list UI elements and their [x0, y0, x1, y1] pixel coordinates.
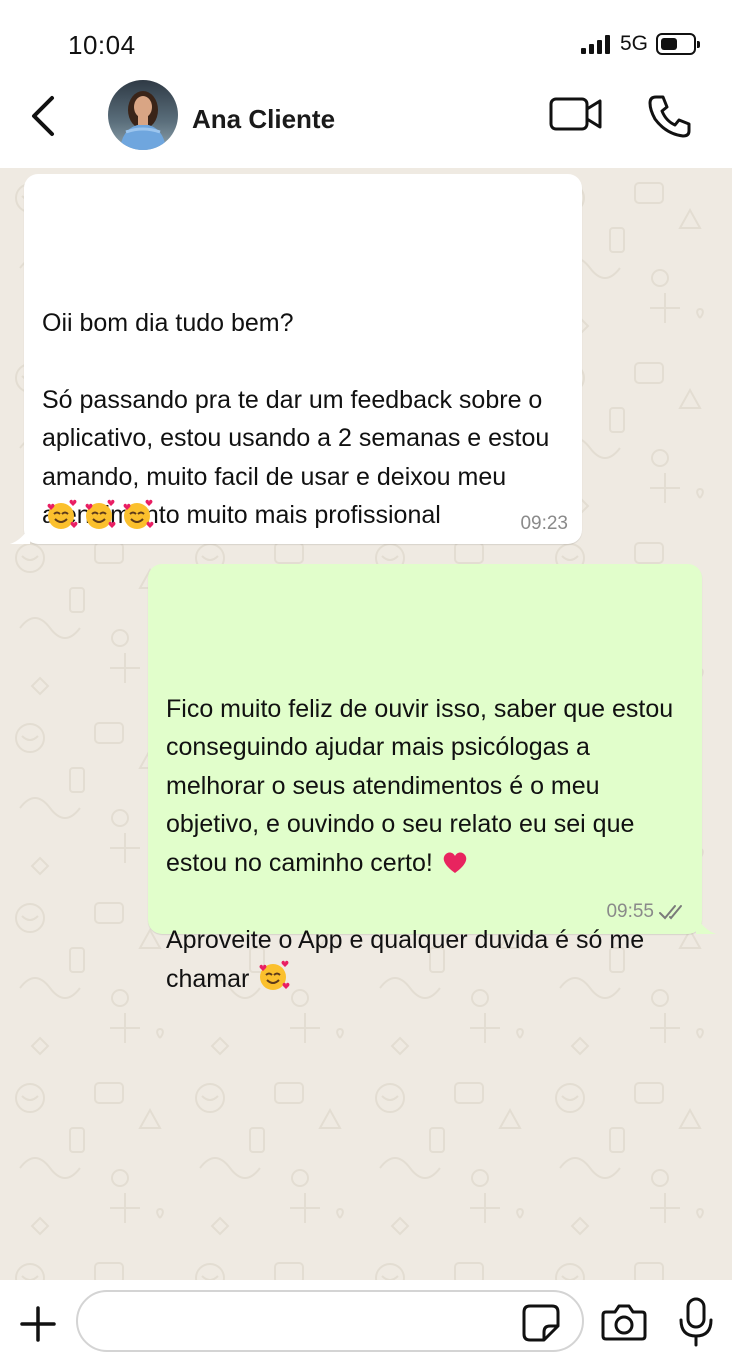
- message-text: Fico muito feliz de ouvir isso, saber qu…: [166, 690, 684, 999]
- microphone-button[interactable]: [676, 1296, 716, 1348]
- sticker-icon: [522, 1304, 560, 1342]
- smiling-face-with-hearts-icon: [85, 499, 116, 529]
- camera-button[interactable]: [600, 1300, 648, 1344]
- chat-header: Ana Cliente: [0, 80, 732, 168]
- smiling-face-with-hearts-icon: [123, 499, 154, 529]
- battery-level: [661, 38, 677, 50]
- message-time: 09:55: [606, 901, 654, 922]
- red-heart-icon: [443, 851, 467, 873]
- network-label: 5G: [619, 32, 648, 55]
- sticker-button[interactable]: [520, 1302, 562, 1344]
- microphone-icon: [679, 1297, 713, 1347]
- message-outgoing[interactable]: Fico muito feliz de ouvir isso, saber qu…: [148, 564, 716, 993]
- contact-name[interactable]: Ana Cliente: [192, 104, 335, 135]
- smiling-face-with-hearts-icon: [259, 960, 290, 990]
- input-bar: [0, 1280, 732, 1368]
- message-time: 09:23: [520, 513, 568, 534]
- video-call-button[interactable]: [548, 92, 604, 136]
- avatar[interactable]: [108, 80, 178, 150]
- message-text-part2: Aproveite o App e qualquer duvida é só m…: [166, 925, 652, 994]
- emoji-row: [44, 498, 154, 532]
- message-incoming[interactable]: Oii bom dia tudo bem? Só passando pra te…: [10, 174, 582, 544]
- chat-area[interactable]: Oii bom dia tudo bem? Só passando pra te…: [0, 168, 732, 1280]
- status-time: 10:04: [68, 30, 136, 60]
- phone-icon: [648, 95, 691, 138]
- read-receipt-icon: [659, 905, 682, 920]
- bubble-tail: [696, 916, 716, 934]
- voice-call-button[interactable]: [646, 92, 694, 140]
- status-bar: 10:04 5G: [0, 0, 732, 80]
- back-chevron-icon: [32, 96, 54, 136]
- signal-icon: [580, 34, 610, 54]
- smiling-face-with-hearts-icon: [47, 499, 78, 529]
- plus-icon: [20, 1306, 56, 1342]
- back-button[interactable]: [24, 92, 64, 140]
- bubble-tail: [10, 526, 30, 544]
- avatar-photo: [108, 80, 178, 150]
- message-input[interactable]: [76, 1290, 584, 1352]
- attach-button[interactable]: [16, 1302, 60, 1346]
- battery-icon: [656, 33, 700, 55]
- status-indicators: 5G: [580, 30, 700, 58]
- video-call-icon: [549, 97, 602, 131]
- camera-icon: [601, 1304, 647, 1341]
- message-text-part1: Fico muito feliz de ouvir isso, saber qu…: [166, 694, 681, 877]
